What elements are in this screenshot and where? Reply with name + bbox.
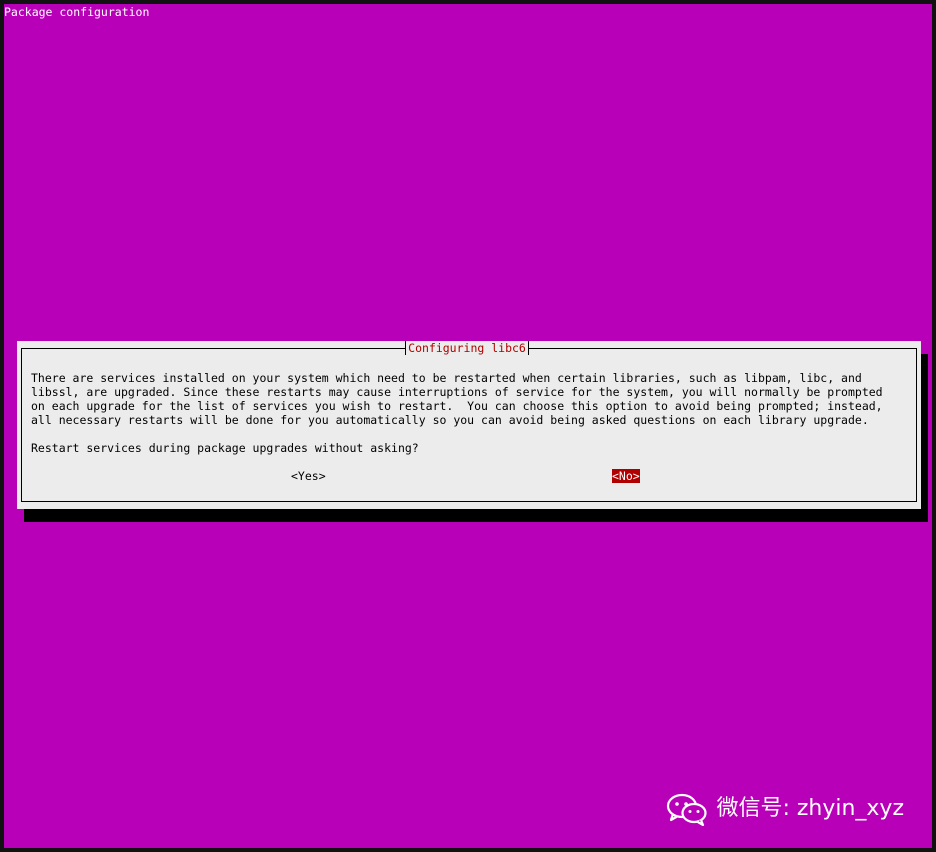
button-row: <Yes> <No>	[17, 469, 921, 483]
dialog-title-wrap: Configuring libc6	[17, 341, 921, 355]
watermark-text: 微信号: zhyin_xyz	[716, 796, 904, 821]
background-title: Package configuration	[4, 5, 150, 19]
body-line-4: all necessary restarts will be done for …	[31, 413, 869, 427]
wechat-icon	[667, 793, 708, 826]
terminal-screen: Package configuration Configuring libc6 …	[0, 0, 936, 852]
yes-button[interactable]: <Yes>	[291, 469, 326, 483]
body-line-3: on each upgrade for the list of services…	[31, 399, 883, 413]
no-button[interactable]: <No>	[612, 469, 640, 483]
body-line-2: libssl, are upgraded. Since these restar…	[31, 385, 883, 399]
watermark: 微信号: zhyin_xyz	[666, 792, 904, 826]
body-line-1: There are services installed on your sys…	[31, 371, 862, 385]
dialog-box: Configuring libc6 There are services ins…	[17, 341, 921, 509]
dialog-question: Restart services during package upgrades…	[31, 441, 419, 455]
dialog-title: Configuring libc6	[405, 341, 529, 355]
dialog-body: There are services installed on your sys…	[31, 371, 907, 455]
